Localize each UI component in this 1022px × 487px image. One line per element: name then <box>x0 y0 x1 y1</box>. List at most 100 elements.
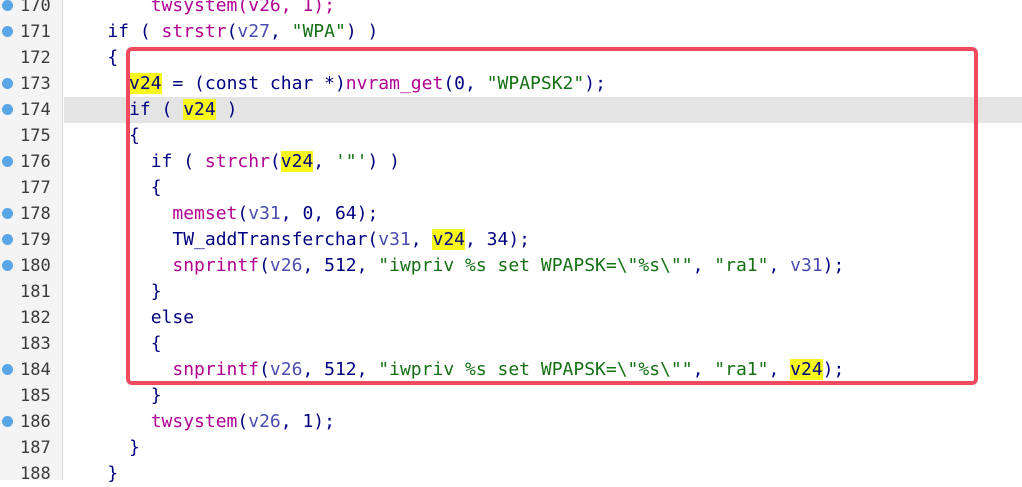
code-token: else <box>64 307 195 328</box>
code-view[interactable]: 170 twsystem(v26, 1); 171 if ( strstr(v27… <box>0 0 1022 487</box>
code-token: ); <box>584 73 606 94</box>
code-text[interactable]: } <box>64 279 1022 305</box>
line-number: 170 <box>20 0 51 16</box>
code-token: TW_addTransferchar( <box>64 229 379 250</box>
code-token: ( <box>259 359 270 380</box>
code-token: if ( <box>64 151 205 172</box>
code-line[interactable]: 177 { <box>0 175 1022 201</box>
code-line[interactable]: 171 if ( strstr(v27, "WPA") ) <box>0 19 1022 45</box>
code-line[interactable]: 186 twsystem(v26, 1); <box>0 409 1022 435</box>
code-line[interactable]: 181 } <box>0 279 1022 305</box>
line-number: 182 <box>20 308 51 328</box>
code-token: { <box>64 47 119 68</box>
code-token: "WPAPSK2" <box>486 73 585 94</box>
code-line[interactable]: 174 if ( v24 ) <box>0 97 1022 123</box>
code-text[interactable]: snprintf(v26, 512, "iwpriv %s set WPAPSK… <box>64 357 1022 383</box>
code-token: "ra1" <box>714 255 769 276</box>
code-token: , <box>692 255 715 276</box>
code-text[interactable]: twsystem(v26, 1); <box>64 409 1022 435</box>
code-text[interactable]: } <box>64 435 1022 461</box>
code-token: { <box>64 333 162 354</box>
code-token: v31 <box>248 203 281 224</box>
code-line[interactable]: 176 if ( strchr(v24, '"') ) <box>0 149 1022 175</box>
breakpoint-marker-icon[interactable] <box>2 156 13 167</box>
code-token: , <box>410 229 433 250</box>
breakpoint-marker-icon[interactable] <box>2 416 13 427</box>
code-token: , 0, 64); <box>280 203 379 224</box>
code-text[interactable]: v24 = (const char *)nvram_get(0, "WPAPSK… <box>64 71 1022 97</box>
code-token: { <box>64 125 140 146</box>
code-line[interactable]: 170 twsystem(v26, 1); <box>0 0 1022 19</box>
code-text[interactable]: { <box>64 123 1022 149</box>
code-token: memset <box>172 203 238 224</box>
code-token: strstr <box>161 21 227 42</box>
code-token: { <box>64 177 162 198</box>
code-text[interactable]: memset(v31, 0, 64); <box>64 201 1022 227</box>
line-number: 181 <box>20 282 51 302</box>
line-number: 176 <box>20 152 51 172</box>
code-token: if ( <box>64 99 184 120</box>
line-number: 188 <box>20 464 51 484</box>
code-text[interactable]: { <box>64 175 1022 201</box>
code-token: if ( <box>64 21 162 42</box>
code-line[interactable]: 185 } <box>0 383 1022 409</box>
code-token: v27 <box>237 21 270 42</box>
breakpoint-marker-icon[interactable] <box>2 26 13 37</box>
code-token: , <box>768 255 791 276</box>
code-line[interactable]: 182 else <box>0 305 1022 331</box>
code-line[interactable]: 187 } <box>0 435 1022 461</box>
code-text[interactable]: if ( strstr(v27, "WPA") ) <box>64 19 1022 45</box>
code-token: , 1); <box>280 411 335 432</box>
code-line[interactable]: 175 { <box>0 123 1022 149</box>
code-token: ); <box>822 359 845 380</box>
code-token: v26 <box>269 255 303 276</box>
code-text[interactable]: { <box>64 331 1022 357</box>
highlighted-identifier: v24 <box>432 229 465 250</box>
code-token: ); <box>822 255 845 276</box>
highlighted-identifier: v24 <box>790 359 823 380</box>
code-line[interactable]: 183 { <box>0 331 1022 357</box>
code-text[interactable]: else <box>64 305 1022 331</box>
breakpoint-marker-icon[interactable] <box>2 234 13 245</box>
code-line[interactable]: 179 TW_addTransferchar(v31, v24, 34); <box>0 227 1022 253</box>
code-text[interactable]: twsystem(v26, 1); <box>64 0 1022 19</box>
code-editor[interactable]: 170 twsystem(v26, 1); 171 if ( strstr(v27… <box>0 0 1022 484</box>
line-number: 180 <box>20 256 51 276</box>
code-token: snprintf <box>172 359 260 380</box>
breakpoint-marker-icon[interactable] <box>2 0 13 11</box>
line-number: 186 <box>20 412 51 432</box>
breakpoint-marker-icon[interactable] <box>2 364 13 375</box>
code-token: ( <box>269 151 281 172</box>
breakpoint-marker-icon[interactable] <box>2 78 13 89</box>
code-line[interactable]: 188 } <box>0 461 1022 487</box>
line-number: 175 <box>20 126 51 146</box>
code-token: , <box>313 151 335 172</box>
code-line[interactable]: 180 snprintf(v26, 512, "iwpriv %s set WP… <box>0 253 1022 279</box>
code-text[interactable]: { <box>64 45 1022 71</box>
code-line[interactable]: 173 v24 = (const char *)nvram_get(0, "WP… <box>0 71 1022 97</box>
code-token: "iwpriv %s set WPAPSK=\"%s\"" <box>378 255 693 276</box>
code-text[interactable]: TW_addTransferchar(v31, v24, 34); <box>64 227 1022 253</box>
code-text[interactable]: snprintf(v26, 512, "iwpriv %s set WPAPSK… <box>64 253 1022 279</box>
code-line[interactable]: 184 snprintf(v26, 512, "iwpriv %s set WP… <box>0 357 1022 383</box>
line-number: 173 <box>20 74 51 94</box>
code-token: snprintf <box>172 255 260 276</box>
breakpoint-marker-icon[interactable] <box>2 260 13 271</box>
code-text[interactable]: } <box>64 461 1022 487</box>
code-token: } <box>64 437 140 458</box>
code-text[interactable]: if ( v24 ) <box>64 97 1022 123</box>
code-text[interactable]: if ( strchr(v24, '"') ) <box>64 149 1022 175</box>
breakpoint-marker-icon[interactable] <box>2 208 13 219</box>
code-token: nvram_get <box>345 73 444 94</box>
code-text[interactable]: } <box>64 383 1022 409</box>
code-line[interactable]: 178 memset(v31, 0, 64); <box>0 201 1022 227</box>
code-token: ( <box>226 21 238 42</box>
code-line[interactable]: 172 { <box>0 45 1022 71</box>
line-number: 187 <box>20 438 51 458</box>
code-token: ) <box>215 99 238 120</box>
breakpoint-marker-icon[interactable] <box>2 104 13 115</box>
code-token: ) ) <box>345 21 379 42</box>
